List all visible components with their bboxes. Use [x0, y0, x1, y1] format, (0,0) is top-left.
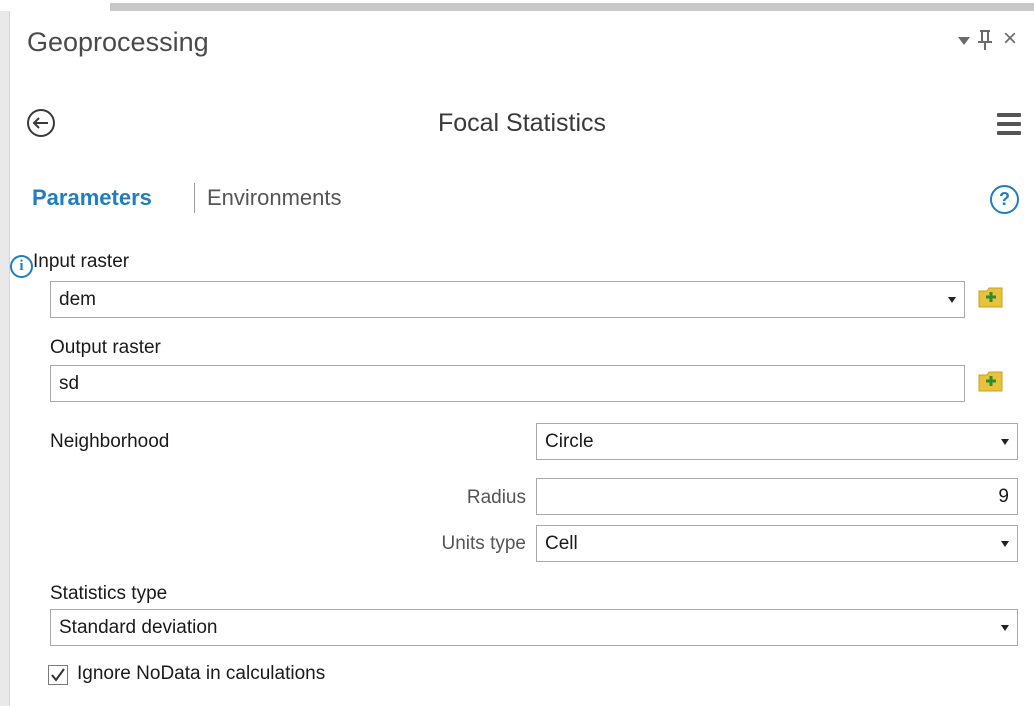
input-raster-label: Input raster	[33, 251, 130, 272]
geoprocessing-pane: Geoprocessing × Focal Statistics Paramet…	[10, 11, 1034, 706]
chevron-down-icon[interactable]	[1001, 541, 1009, 547]
pane-title: Geoprocessing	[27, 27, 209, 57]
statistics-type-label: Statistics type	[50, 583, 168, 604]
radius-value: 9	[998, 486, 1009, 507]
units-type-select[interactable]: Cell	[536, 525, 1018, 562]
tool-title: Focal Statistics	[437, 109, 607, 137]
info-icon[interactable]: i	[10, 255, 33, 278]
units-type-label: Units type	[441, 533, 526, 554]
radius-label: Radius	[466, 487, 526, 508]
output-raster-label: Output raster	[50, 337, 161, 358]
tab-environments[interactable]: Environments	[207, 185, 342, 211]
top-strip	[0, 0, 1034, 11]
output-raster-value: sd	[59, 373, 80, 394]
radius-input[interactable]: 9	[536, 478, 1018, 515]
input-raster-combobox[interactable]: dem	[50, 281, 965, 318]
close-icon[interactable]: ×	[1003, 27, 1017, 51]
neighborhood-label: Neighborhood	[50, 431, 170, 452]
neighborhood-value: Circle	[545, 431, 594, 452]
left-edge	[0, 11, 10, 706]
browse-output-icon[interactable]	[978, 369, 1004, 393]
units-type-value: Cell	[545, 533, 578, 554]
statistics-type-value: Standard deviation	[59, 617, 218, 638]
menu-icon[interactable]	[997, 113, 1021, 135]
chevron-down-icon[interactable]	[948, 297, 956, 303]
checkmark-icon	[51, 668, 65, 682]
pane-options-dropdown-icon[interactable]	[958, 37, 970, 45]
neighborhood-select[interactable]: Circle	[536, 423, 1018, 460]
tab-parameters[interactable]: Parameters	[32, 185, 152, 211]
chevron-down-icon[interactable]	[1001, 625, 1009, 631]
ignore-nodata-label: Ignore NoData in calculations	[77, 663, 326, 684]
pin-icon[interactable]	[978, 29, 992, 55]
browse-input-icon[interactable]	[978, 285, 1004, 309]
input-raster-value: dem	[59, 289, 96, 310]
tab-divider	[194, 183, 195, 213]
top-border	[0, 3, 1034, 11]
help-icon[interactable]: ?	[990, 185, 1019, 214]
ignore-nodata-checkbox[interactable]	[48, 665, 68, 685]
statistics-type-select[interactable]: Standard deviation	[50, 609, 1018, 646]
output-raster-input[interactable]: sd	[50, 365, 965, 402]
chevron-down-icon[interactable]	[1001, 439, 1009, 445]
